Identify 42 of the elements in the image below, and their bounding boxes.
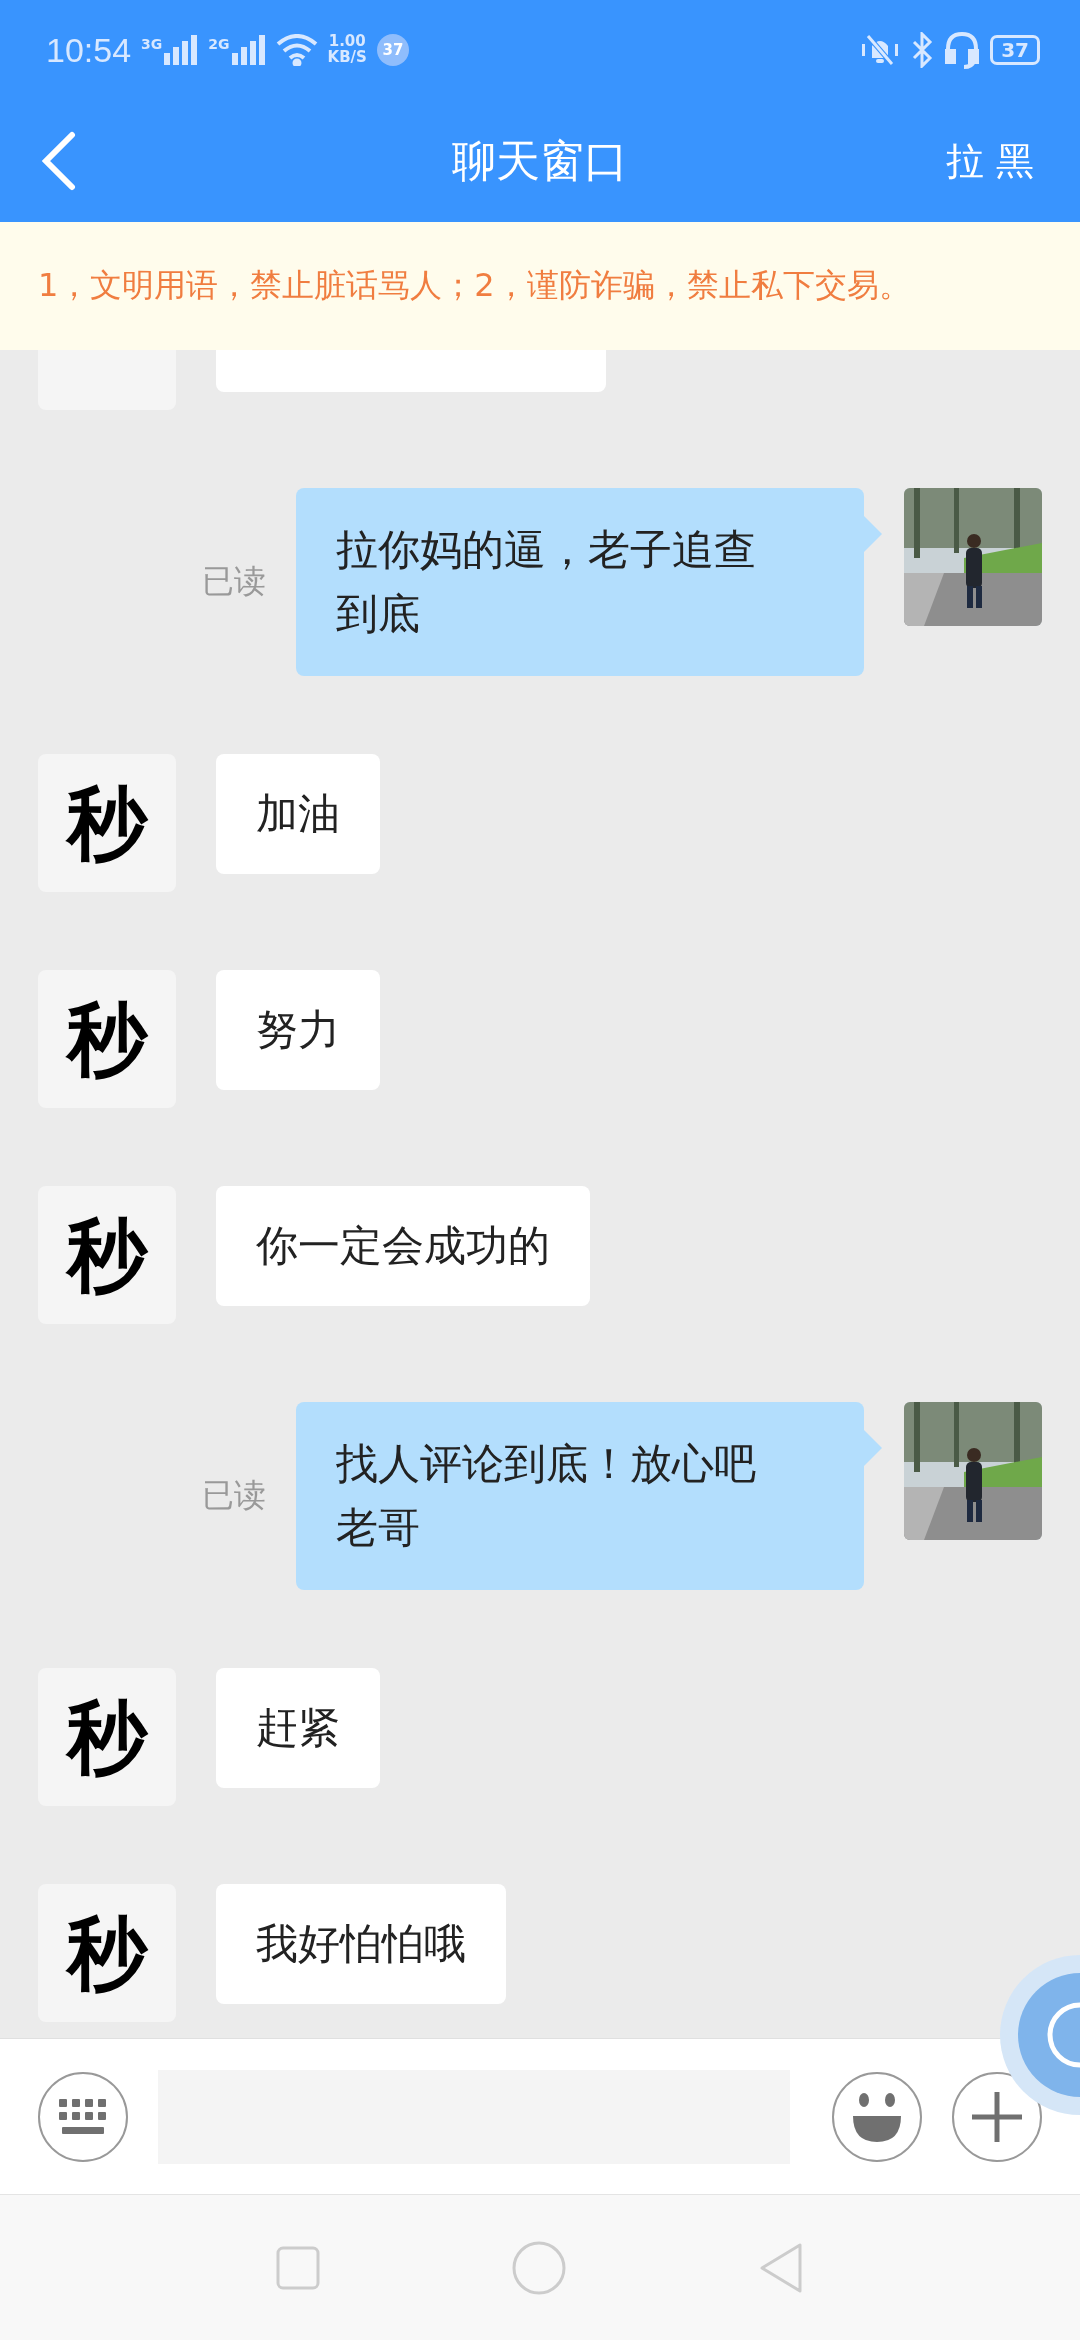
signal-icon <box>164 35 199 65</box>
avatar: 秒 <box>38 754 176 892</box>
avatar: 秒 <box>38 970 176 1108</box>
square-icon <box>276 2245 320 2290</box>
back-nav-button[interactable] <box>758 2241 804 2294</box>
message-bubble: 找人评论到底！放心吧老哥 <box>296 1402 864 1590</box>
notification-badge: 37 <box>376 34 409 66</box>
bubble-tail <box>864 516 882 552</box>
speed-unit: KB/S <box>327 50 367 66</box>
message-bubble: 你一定会成功的 <box>216 1186 590 1306</box>
battery-level: 37 <box>990 35 1040 65</box>
read-status: 已读 <box>202 561 266 602</box>
plus-icon <box>972 2091 1022 2142</box>
wifi-icon <box>275 34 318 66</box>
keyboard-icon <box>59 2098 107 2135</box>
avatar: 秒 <box>38 1668 176 1806</box>
status-time: 10:54 <box>46 30 132 70</box>
block-button[interactable]: 拉 黑 <box>939 134 1040 188</box>
message-bubble: 赶紧 <box>216 1668 380 1788</box>
avatar: 秒 <box>38 1186 176 1324</box>
notice-banner: 1，文明用语，禁止脏话骂人；2，谨防诈骗，禁止私下交易。 <box>0 222 1080 350</box>
message-bubble: 拉你妈的逼，老子追查到底 <box>296 488 864 676</box>
floating-assistant-icon[interactable] <box>998 1955 1080 2115</box>
read-status: 已读 <box>202 1475 266 1516</box>
network-type: 3G <box>141 37 163 51</box>
circle-icon <box>512 2240 566 2295</box>
message-bubble: 我好怕怕哦 <box>216 1884 506 2004</box>
smiley-icon <box>851 2091 903 2142</box>
network-type: 2G <box>208 37 230 51</box>
avatar: 秒 <box>38 1884 176 2022</box>
recents-button[interactable] <box>276 2245 320 2290</box>
home-button[interactable] <box>512 2240 566 2295</box>
message-bubble: 努力 <box>216 970 380 1090</box>
window-title: 聊天窗口 <box>452 133 628 188</box>
message-bubble: 加油 <box>216 754 380 874</box>
triangle-icon <box>758 2241 804 2294</box>
bubble-tail <box>864 1430 882 1466</box>
speed-value: 1.00 <box>328 34 366 50</box>
headphones-icon <box>944 31 981 69</box>
signal-icon <box>231 35 266 65</box>
bluetooth-icon <box>912 32 935 68</box>
back-icon <box>40 131 76 191</box>
